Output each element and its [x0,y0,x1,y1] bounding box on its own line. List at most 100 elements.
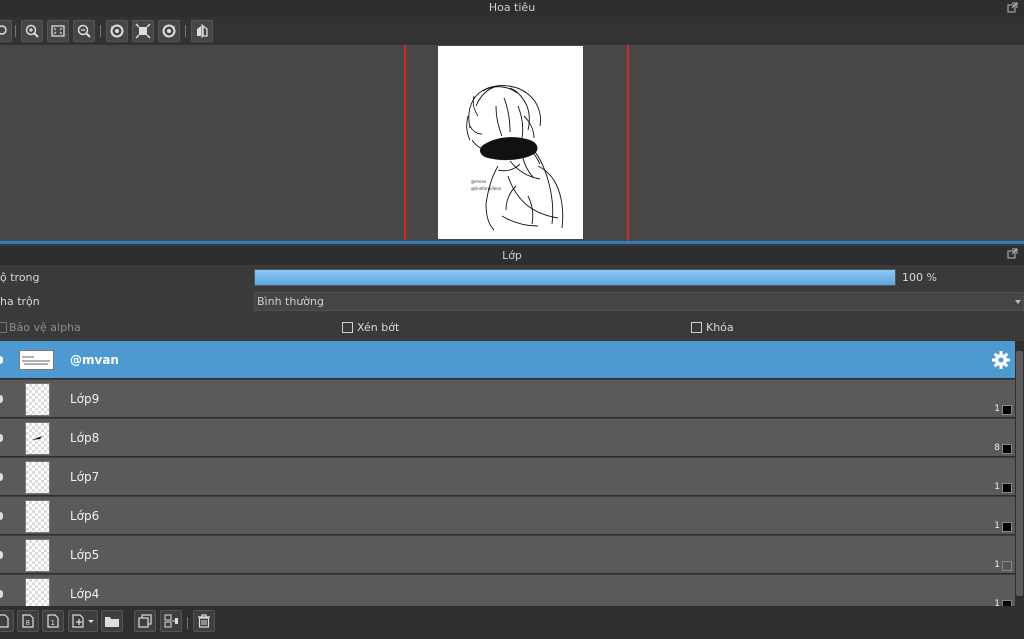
visibility-eye-icon[interactable] [0,512,3,520]
layer-row[interactable]: Lớp7 1 [0,458,1015,496]
folder-icon [105,617,119,627]
add-layer-dropdown-button[interactable] [68,610,98,632]
layer-row[interactable]: Lớp5 1 [0,536,1015,574]
fit-screen-icon [51,25,65,37]
zoom-in-icon [25,24,39,38]
layer-bit-depth: 1 [994,482,1000,492]
canvas-preview: @mvan @lineforgideon [438,46,583,239]
layer-thumbnail [25,500,50,533]
layer-options-row: Bảo vệ alpha Xén bớt Khóa [0,316,1024,340]
lock-checkbox[interactable] [691,322,702,333]
layer-name: Lớp8 [70,431,100,445]
canvas-border-left [404,45,406,241]
layer-thumbnail [25,422,50,455]
fit-screen-button[interactable] [47,20,69,42]
layer-color-swatch [1002,561,1012,571]
new-layer-icon [0,614,9,628]
layer-row[interactable]: Lớp9 1 [0,380,1015,418]
svg-text:1: 1 [51,619,55,627]
reset-view-icon [135,23,151,39]
layer-panel-title: Lớp [502,249,522,262]
visibility-eye-icon[interactable] [0,473,3,481]
flip-button[interactable] [191,20,213,42]
navigator-panel-header: Hoa tiêu [0,0,1024,17]
canvas-border-right [627,45,629,241]
rotate-right-button[interactable] [158,20,180,42]
scrollbar-thumb[interactable] [1016,351,1023,596]
navigator-toolbar [0,17,1024,45]
toolbar-separator [100,25,101,37]
clipping-label: Xén bớt [357,321,400,334]
opacity-row: ộ trong 100 % [0,266,1024,290]
protect-alpha-label: Bảo vệ alpha [9,321,81,334]
visibility-eye-icon[interactable] [0,434,3,442]
layer-row-mvan[interactable]: @mvan [0,341,1015,379]
toolbar-separator [187,617,188,629]
delete-layer-button[interactable] [193,610,215,632]
sketch-preview-image: @mvan @lineforgideon [466,85,564,231]
protect-alpha-checkbox[interactable] [0,322,7,333]
rotate-left-button[interactable] [106,20,128,42]
blend-row: ha trộn Bình thường [0,290,1024,314]
merge-layer-button[interactable] [160,610,182,632]
add-layer-dropdown-icon [72,614,94,628]
layer-row[interactable]: Lớp4 1 [0,575,1015,606]
gear-icon[interactable] [991,350,1011,370]
layer-name: Lớp6 [70,509,100,523]
layer-list-scrollbar[interactable] [1015,341,1024,606]
rotate-right-icon [162,24,176,38]
layer-row[interactable]: Lớp6 1 [0,497,1015,535]
visibility-eye-icon[interactable] [0,356,3,364]
popout-icon[interactable] [1007,248,1018,259]
layer-color-swatch [1002,483,1012,493]
zoom-out-button[interactable] [73,20,95,42]
layer-bit-depth: 8 [994,443,1000,453]
new-folder-button[interactable] [101,610,123,632]
layer-thumbnail [25,539,50,572]
layer-row[interactable]: Lớp8 8 [0,419,1015,457]
layer-thumbnail [25,383,50,416]
panel-divider[interactable] [0,241,1024,244]
navigator-view[interactable]: @mvan @lineforgideon [0,45,1024,241]
opacity-slider-fill [255,270,895,285]
new-layer-button[interactable] [0,610,14,632]
new-1bit-layer-button[interactable]: 1 [42,610,64,632]
blend-mode-select[interactable]: Bình thường [254,292,1024,311]
layer-bit-depth: 1 [994,404,1000,414]
visibility-eye-icon[interactable] [0,551,3,559]
layer-color-swatch [1002,405,1012,415]
magnify-icon [0,25,7,35]
layer-thumbnail [19,350,54,370]
svg-text:@mvan: @mvan [471,179,487,184]
visibility-eye-icon[interactable] [0,590,3,598]
lock-label: Khóa [706,321,734,334]
toolbar-separator [185,25,186,37]
layer-name: Lớp4 [70,587,100,601]
blend-mode-value: Bình thường [257,295,324,308]
opacity-slider[interactable] [254,269,896,286]
layer-name: Lớp7 [70,470,100,484]
layer-name: @mvan [70,353,119,367]
popout-icon[interactable] [1007,2,1018,13]
blend-label: ha trộn [0,295,40,308]
opacity-value: 100 % [902,271,937,284]
layer-color-swatch [1002,522,1012,532]
zoom-out-icon [77,24,91,38]
layer-color-swatch [1002,444,1012,454]
new-1bit-layer-icon: 1 [47,614,59,628]
visibility-eye-icon[interactable] [0,395,3,403]
clipping-checkbox[interactable] [342,322,353,333]
opacity-label: ộ trong [0,271,40,284]
zoom-in-button[interactable] [21,20,43,42]
layer-bottom-toolbar: 8 1 [0,606,1024,639]
delete-layer-icon [198,614,210,628]
layer-thumbnail [25,578,50,606]
layer-thumbnail [25,461,50,494]
new-8bit-layer-button[interactable]: 8 [17,610,39,632]
layer-panel-header: Lớp [0,246,1024,265]
magnify-button[interactable] [0,20,12,42]
new-8bit-layer-icon: 8 [22,614,34,628]
duplicate-layer-button[interactable] [134,610,156,632]
toolbar-separator [15,25,16,37]
reset-view-button[interactable] [132,20,154,42]
